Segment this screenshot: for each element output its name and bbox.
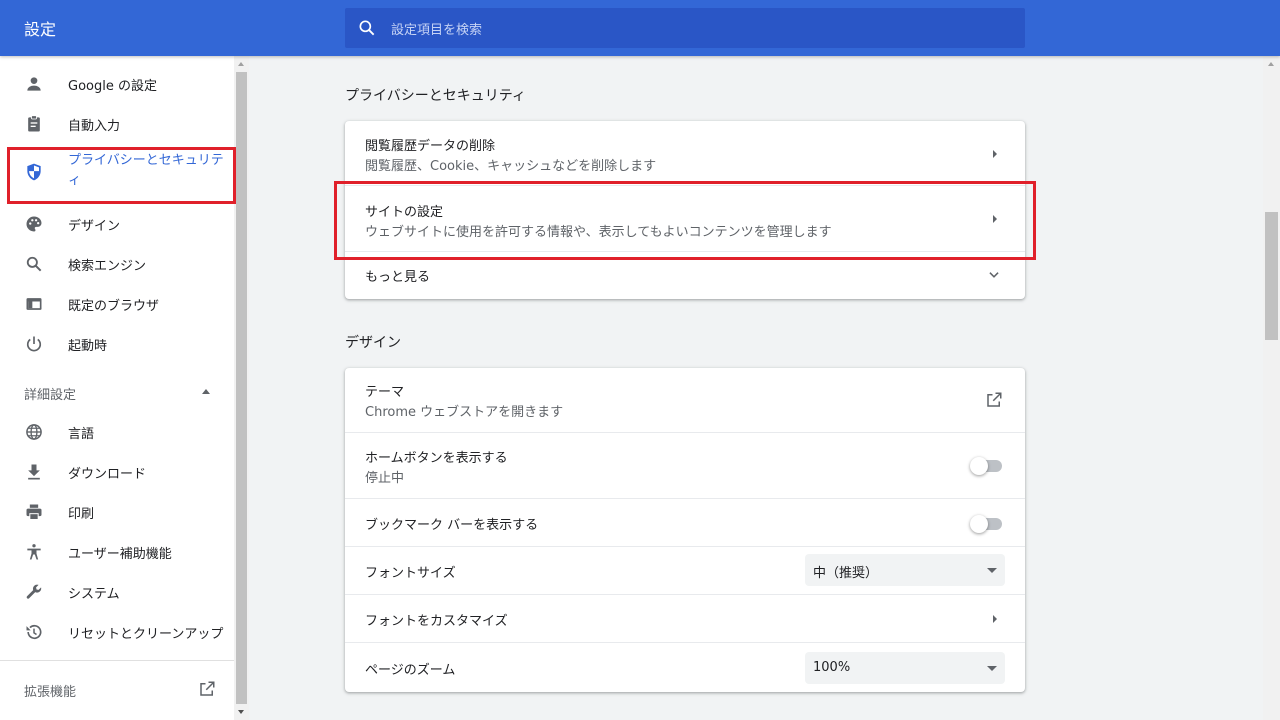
browser-icon <box>26 298 42 310</box>
row-title: ホームボタンを表示する <box>365 451 508 466</box>
sidebar-item-label: システム <box>68 587 120 602</box>
page-zoom-select[interactable]: 100% <box>805 652 1005 684</box>
section-title-design: デザイン <box>345 335 401 351</box>
row-title: ページのズーム <box>365 663 456 678</box>
restore-icon <box>26 624 42 640</box>
sidebar-item-label: 自動入力 <box>68 119 121 134</box>
sidebar-advanced-header[interactable]: 詳細設定 <box>24 384 76 403</box>
scroll-down-icon[interactable] <box>238 710 244 714</box>
sidebar-item-printing[interactable]: 印刷 <box>0 492 234 532</box>
row-subtitle: Chrome ウェブストアを開きます <box>365 405 564 420</box>
power-icon <box>26 336 42 352</box>
row-theme[interactable]: テーマ Chrome ウェブストアを開きます <box>345 368 1025 432</box>
sidebar-item-label: Google の設定 <box>68 79 157 94</box>
page-title: 設定 <box>24 20 57 39</box>
row-subtitle: 閲覧履歴、Cookie、キャッシュなどを削除します <box>365 159 657 174</box>
search-icon <box>26 256 42 272</box>
sidebar-item-label: リセットとクリーンアップ <box>68 627 224 642</box>
row-title: 閲覧履歴データの削除 <box>365 139 496 154</box>
font-size-select[interactable]: 中（推奨） <box>805 554 1005 586</box>
sidebar-item-label: ユーザー補助機能 <box>68 547 172 562</box>
sidebar-item-search-engine[interactable]: 検索エンジン <box>0 244 234 284</box>
sidebar-item-system[interactable]: システム <box>0 572 234 612</box>
open-in-new-icon[interactable] <box>985 391 1003 409</box>
row-bookmark-bar[interactable]: ブックマーク バーを表示する <box>345 498 1025 546</box>
home-button-toggle[interactable] <box>970 457 1002 475</box>
row-page-zoom: ページのズーム 100% <box>345 642 1025 692</box>
globe-icon <box>26 424 42 440</box>
sidebar-item-accessibility[interactable]: ユーザー補助機能 <box>0 532 234 572</box>
clipboard-icon <box>28 115 40 132</box>
scrollbar-thumb[interactable] <box>236 72 247 704</box>
sidebar-item-label: 起動時 <box>68 339 108 354</box>
sidebar-item-label: 言語 <box>68 427 95 442</box>
bookmark-bar-toggle[interactable] <box>970 515 1002 533</box>
row-font-size: フォントサイズ 中（推奨） <box>345 546 1025 594</box>
dropdown-arrow-icon <box>987 568 997 573</box>
sidebar-item-label: 印刷 <box>68 507 95 522</box>
open-in-new-icon[interactable] <box>198 680 216 698</box>
sidebar-item-label: ダウンロード <box>68 467 147 482</box>
sidebar-item-languages[interactable]: 言語 <box>0 412 234 452</box>
person-icon <box>27 77 41 91</box>
design-card: テーマ Chrome ウェブストアを開きます ホームボタンを表示する 停止中 ブ… <box>345 368 1025 692</box>
sidebar-item-label: 既定のブラウザ <box>68 299 160 314</box>
sidebar-item-reset[interactable]: リセットとクリーンアップ <box>0 612 234 652</box>
row-customize-fonts[interactable]: フォントをカスタマイズ <box>345 594 1025 642</box>
select-value: 100% <box>813 660 851 675</box>
toggle-knob <box>970 515 988 533</box>
dropdown-arrow-icon <box>987 666 997 671</box>
wrench-icon <box>26 584 42 599</box>
toggle-knob <box>970 457 988 475</box>
select-value: 中（推奨） <box>813 566 879 581</box>
sidebar-item-google[interactable]: Google の設定 <box>0 64 234 104</box>
row-title: もっと見る <box>365 270 431 285</box>
highlight-sidebar-privacy <box>7 147 236 204</box>
arrow-right-icon <box>993 615 997 623</box>
arrow-right-icon <box>993 150 997 158</box>
sidebar-item-downloads[interactable]: ダウンロード <box>0 452 234 492</box>
chevron-down-icon <box>989 272 999 278</box>
search-input[interactable]: 設定項目を検索 <box>391 19 482 38</box>
sidebar-item-on-startup[interactable]: 起動時 <box>0 324 234 364</box>
scroll-up-icon[interactable] <box>1268 62 1274 66</box>
search-icon <box>359 20 375 36</box>
palette-icon <box>26 216 42 232</box>
printer-icon <box>26 504 42 520</box>
sidebar-scrollbar[interactable] <box>234 56 249 720</box>
sidebar-item-design[interactable]: デザイン <box>0 204 234 244</box>
sidebar-item-default-browser[interactable]: 既定のブラウザ <box>0 284 234 324</box>
app-header: 設定 設定項目を検索 <box>0 0 1280 56</box>
sidebar-item-extensions[interactable]: 拡張機能 <box>24 681 76 700</box>
row-title: フォントをカスタマイズ <box>365 614 508 629</box>
main-scrollbar[interactable] <box>1263 56 1280 720</box>
accessibility-icon <box>27 544 41 560</box>
row-title: フォントサイズ <box>365 566 456 581</box>
sidebar-item-label: 検索エンジン <box>68 259 147 274</box>
download-icon <box>28 464 40 480</box>
row-clear-browsing-data[interactable]: 閲覧履歴データの削除 閲覧履歴、Cookie、キャッシュなどを削除します <box>345 121 1025 185</box>
sidebar-divider <box>0 660 234 661</box>
sidebar-item-autofill[interactable]: 自動入力 <box>0 104 234 144</box>
chevron-up-icon[interactable] <box>202 389 210 394</box>
row-home-button[interactable]: ホームボタンを表示する 停止中 <box>345 432 1025 498</box>
row-title: ブックマーク バーを表示する <box>365 518 539 533</box>
highlight-site-settings <box>334 181 1036 260</box>
row-title: テーマ <box>365 385 405 400</box>
scroll-up-icon[interactable] <box>238 62 244 66</box>
search-box[interactable]: 設定項目を検索 <box>345 8 1025 48</box>
row-subtitle: 停止中 <box>365 471 405 486</box>
scrollbar-thumb[interactable] <box>1265 212 1278 340</box>
section-title-privacy: プライバシーとセキュリティ <box>345 88 526 104</box>
sidebar-item-label: デザイン <box>68 219 121 234</box>
